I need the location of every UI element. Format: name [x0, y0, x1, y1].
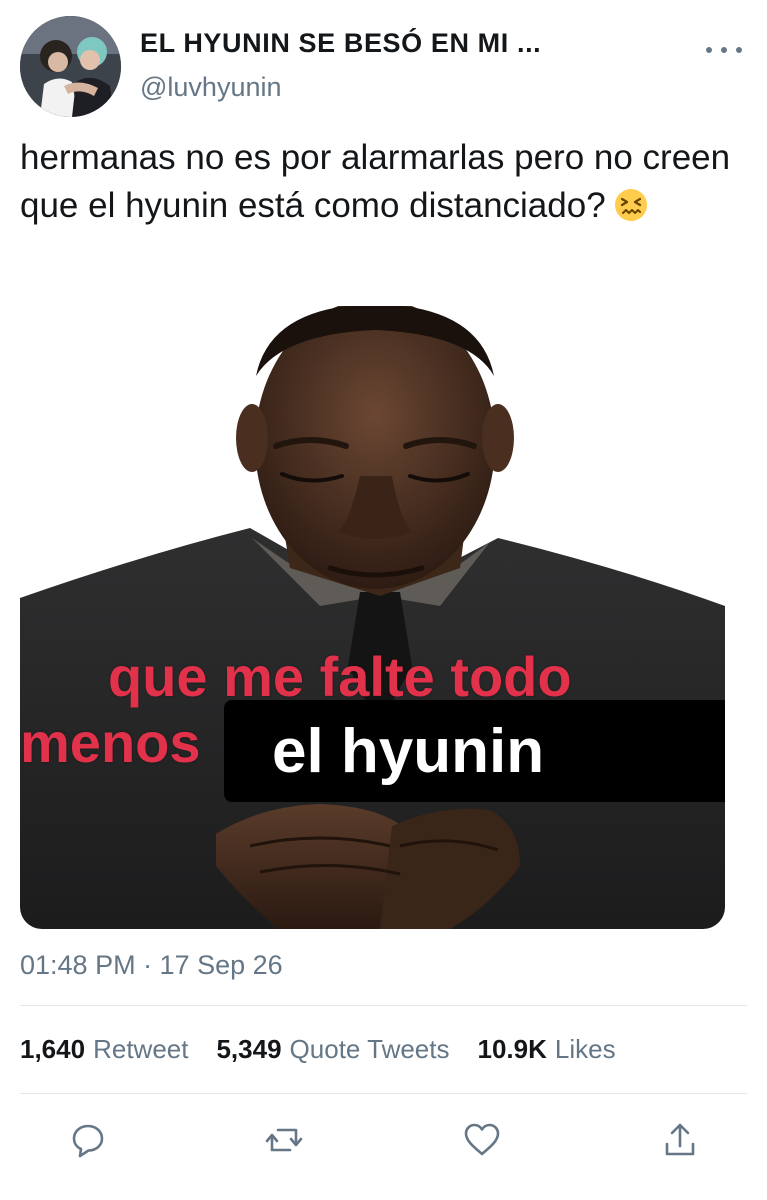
meme-caption-box: el hyunin [224, 700, 725, 802]
meme-caption: el hyunin [272, 716, 545, 786]
tweet-detail: EL HYUNIN SE BESÓ EN MI ... @luvhyunin h… [0, 0, 767, 1200]
tweet-media-image[interactable]: que me falte todo menos el hyunin [20, 306, 725, 929]
reply-icon[interactable] [68, 1120, 108, 1160]
divider [20, 1093, 747, 1094]
tweet-timestamp[interactable]: 01:48 PM · 17 Sep 26 [20, 950, 283, 981]
like-icon[interactable] [462, 1120, 502, 1160]
meme-text-line2: menos [20, 711, 201, 774]
share-icon[interactable] [660, 1120, 700, 1160]
likes-stat[interactable]: 10.9K Likes [478, 1034, 616, 1065]
user-handle[interactable]: @luvhyunin [140, 72, 282, 103]
display-name[interactable]: EL HYUNIN SE BESÓ EN MI ... [140, 28, 541, 59]
quote-tweets-count: 5,349 [216, 1034, 282, 1064]
quote-tweets-stat[interactable]: 5,349 Quote Tweets [216, 1034, 449, 1065]
tweet-text: hermanas no es por alarmarlas pero no cr… [20, 134, 750, 230]
divider [20, 1005, 747, 1006]
likes-label: Likes [554, 1034, 616, 1064]
likes-count: 10.9K [477, 1034, 547, 1064]
engagement-stats: 1,640 Retweet 5,349 Quote Tweets 10.9K Like… [20, 1034, 644, 1068]
quote-tweets-label: Quote Tweets [289, 1034, 450, 1064]
retweets-stat[interactable]: 1,640 Retweet [20, 1034, 188, 1065]
confounded-face-icon [614, 187, 648, 221]
more-options-icon[interactable] [706, 44, 742, 56]
avatar[interactable] [20, 16, 121, 117]
retweets-count: 1,640 [20, 1034, 86, 1064]
retweets-label: Retweet [93, 1034, 189, 1064]
retweet-icon[interactable] [264, 1120, 304, 1160]
